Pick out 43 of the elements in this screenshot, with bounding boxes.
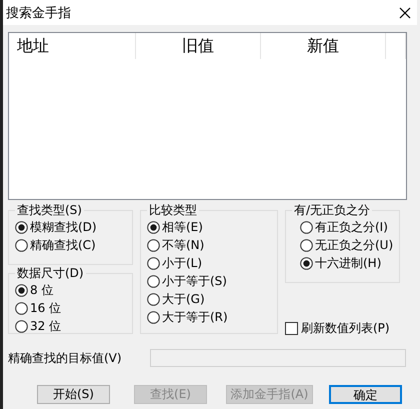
radio-label: 模糊查找(D) bbox=[30, 218, 97, 236]
radio-label: 16 位 bbox=[30, 300, 62, 316]
dialog-button[interactable]: 开始(S) bbox=[37, 385, 110, 404]
window-title: 搜索金手指 bbox=[6, 4, 71, 22]
column-header[interactable]: 旧值 bbox=[136, 33, 261, 59]
radio-button[interactable] bbox=[15, 220, 28, 234]
radio-label: 小于(L) bbox=[162, 254, 202, 272]
radio-button[interactable] bbox=[300, 256, 313, 270]
radio-label: 小于等于(S) bbox=[162, 272, 227, 290]
radio-button[interactable] bbox=[15, 302, 28, 314]
radio-label: 十六进制(H) bbox=[315, 254, 382, 272]
radio-button[interactable] bbox=[15, 320, 28, 332]
radio-label: 大于(G) bbox=[162, 290, 205, 308]
radio-button[interactable] bbox=[147, 310, 160, 324]
group-title: 查找类型(S) bbox=[15, 203, 84, 217]
radio-label: 无正负之分(U) bbox=[315, 236, 394, 254]
radio-button[interactable] bbox=[147, 220, 160, 234]
radio-label: 精确查找(C) bbox=[30, 236, 96, 254]
group-title: 数据尺寸(D) bbox=[15, 266, 86, 280]
radio-label: 不等(N) bbox=[162, 236, 204, 254]
radio-button[interactable] bbox=[300, 238, 313, 252]
radio-button[interactable] bbox=[147, 256, 160, 270]
radio-label: 32 位 bbox=[30, 318, 62, 334]
group-title: 比较类型 bbox=[147, 203, 199, 217]
close-icon[interactable] bbox=[399, 6, 411, 18]
radio-button[interactable] bbox=[147, 274, 160, 288]
column-header[interactable]: 地址 bbox=[9, 33, 136, 59]
radio-button[interactable] bbox=[300, 220, 313, 234]
group-title: 有/无正负之分 bbox=[292, 203, 372, 217]
radio-button[interactable] bbox=[147, 238, 160, 252]
checkbox[interactable] bbox=[285, 322, 298, 334]
radio-button[interactable] bbox=[15, 284, 28, 296]
radio-label: 相等(E) bbox=[162, 218, 203, 236]
radio-button[interactable] bbox=[147, 292, 160, 306]
radio-label: 8 位 bbox=[30, 282, 54, 298]
radio-label: 大于等于(R) bbox=[162, 308, 228, 326]
radio-button[interactable] bbox=[15, 238, 28, 252]
column-header[interactable]: 新值 bbox=[261, 33, 386, 59]
list-view[interactable]: 地址 旧值 新值 bbox=[8, 32, 407, 200]
radio-label: 有正负之分(I) bbox=[315, 218, 388, 236]
dialog-button[interactable]: 确定 bbox=[329, 385, 402, 404]
checkbox-label: 刷新数值列表(P) bbox=[301, 320, 390, 336]
field-label: 精确查找的目标值(V) bbox=[8, 350, 122, 366]
